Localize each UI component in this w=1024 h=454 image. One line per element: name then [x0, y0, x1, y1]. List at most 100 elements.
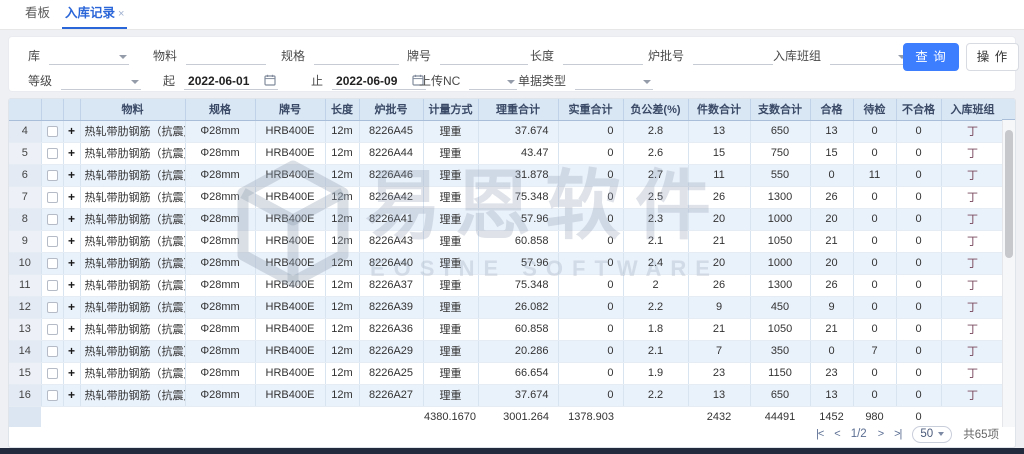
row-checkbox[interactable] [47, 390, 58, 401]
row-checkbox[interactable] [47, 236, 58, 247]
cell-method: 理重 [423, 142, 478, 164]
row-checkbox[interactable] [47, 170, 58, 181]
expand-row-icon[interactable]: + [63, 296, 80, 318]
row-checkbox[interactable] [47, 280, 58, 291]
table-row[interactable]: 8+热轧带肋钢筋（抗震）Φ28mmHRB400E12m8226A41理重57.9… [9, 208, 1004, 230]
doc-type-select[interactable] [575, 72, 653, 90]
expand-row-icon[interactable]: + [63, 362, 80, 384]
table-row[interactable]: 13+热轧带肋钢筋（抗震）Φ28mmHRB400E12m8226A36理重60.… [9, 318, 1004, 340]
row-checkbox-cell[interactable] [41, 274, 63, 296]
filter-date-from: 起 2022-06-01 [163, 70, 278, 90]
scrollbar-thumb[interactable] [1005, 130, 1013, 258]
tab-dashboard[interactable]: 看板 [22, 0, 53, 29]
table-header-cell[interactable]: 计量方式 [423, 99, 478, 120]
grade-select[interactable] [61, 72, 141, 90]
warehouse-select[interactable] [49, 47, 129, 65]
table-header-cell[interactable]: 牌号 [255, 99, 325, 120]
table-row[interactable]: 11+热轧带肋钢筋（抗震）Φ28mmHRB400E12m8226A37理重75.… [9, 274, 1004, 296]
first-page-icon[interactable]: |< [816, 428, 823, 440]
row-checkbox-cell[interactable] [41, 230, 63, 252]
row-checkbox-cell[interactable] [41, 164, 63, 186]
table-row[interactable]: 4+热轧带肋钢筋（抗震）Φ28mmHRB400E12m8226A45理重37.6… [9, 120, 1004, 142]
table-row[interactable]: 9+热轧带肋钢筋（抗震）Φ28mmHRB400E12m8226A43理重60.8… [9, 230, 1004, 252]
query-button[interactable]: 查 询 [903, 43, 959, 71]
expand-row-icon[interactable]: + [63, 142, 80, 164]
row-checkbox-cell[interactable] [41, 340, 63, 362]
date-from-value: 2022-06-01 [184, 74, 249, 88]
row-checkbox-cell[interactable] [41, 296, 63, 318]
row-checkbox[interactable] [47, 148, 58, 159]
expand-row-icon[interactable]: + [63, 384, 80, 406]
next-page-icon[interactable]: > [878, 428, 883, 440]
prev-page-icon[interactable]: < [834, 428, 839, 440]
brand-input[interactable] [440, 47, 528, 65]
page-size-select[interactable]: 50 [912, 426, 952, 443]
upload-nc-select[interactable] [469, 72, 517, 90]
cell-spec: Φ28mm [185, 362, 255, 384]
table-header-cell[interactable]: 炉批号 [359, 99, 423, 120]
row-checkbox-cell[interactable] [41, 208, 63, 230]
table-row[interactable]: 14+热轧带肋钢筋（抗震）Φ28mmHRB400E12m8226A29理重20.… [9, 340, 1004, 362]
table-row[interactable]: 5+热轧带肋钢筋（抗震）Φ28mmHRB400E12m8226A44理重43.4… [9, 142, 1004, 164]
inbound-team-select[interactable] [830, 47, 908, 65]
expand-row-icon[interactable]: + [63, 230, 80, 252]
row-checkbox-cell[interactable] [41, 384, 63, 406]
table-row[interactable]: 7+热轧带肋钢筋（抗震）Φ28mmHRB400E12m8226A42理重75.3… [9, 186, 1004, 208]
expand-row-icon[interactable]: + [63, 340, 80, 362]
expand-row-icon[interactable]: + [63, 208, 80, 230]
row-checkbox-cell[interactable] [41, 186, 63, 208]
vertical-scrollbar[interactable] [1002, 120, 1015, 427]
table-header-cell[interactable]: 支数合计 [750, 99, 810, 120]
row-checkbox-cell[interactable] [41, 318, 63, 340]
cell-pending: 0 [853, 296, 896, 318]
table-header-cell[interactable]: 理重合计 [478, 99, 558, 120]
date-to-input[interactable]: 2022-06-09 [332, 72, 426, 90]
table-row[interactable]: 15+热轧带肋钢筋（抗震）Φ28mmHRB400E12m8226A25理重66.… [9, 362, 1004, 384]
length-input[interactable] [563, 47, 643, 65]
row-checkbox-cell[interactable] [41, 120, 63, 142]
tab-inbound-records[interactable]: 入库记录× [62, 0, 127, 29]
cell-method: 理重 [423, 186, 478, 208]
row-checkbox[interactable] [47, 126, 58, 137]
row-checkbox-cell[interactable] [41, 142, 63, 164]
table-header-cell[interactable]: 入库班组 [941, 99, 1004, 120]
close-icon[interactable]: × [118, 8, 124, 20]
last-page-icon[interactable]: >| [894, 428, 901, 440]
row-checkbox[interactable] [47, 368, 58, 379]
table-header-cell[interactable]: 合格 [810, 99, 853, 120]
table-header-cell[interactable]: 不合格 [896, 99, 941, 120]
spec-input[interactable] [314, 47, 399, 65]
cell-tolerance: 2.3 [623, 208, 688, 230]
date-from-input[interactable]: 2022-06-01 [184, 72, 278, 90]
row-checkbox[interactable] [47, 302, 58, 313]
operate-button[interactable]: 操 作 [966, 43, 1019, 71]
table-header-cell[interactable]: 长度 [325, 99, 359, 120]
expand-row-icon[interactable]: + [63, 274, 80, 296]
cell-length: 12m [325, 120, 359, 142]
expand-row-icon[interactable]: + [63, 318, 80, 340]
material-input[interactable] [186, 47, 266, 65]
row-checkbox[interactable] [47, 258, 58, 269]
expand-row-icon[interactable]: + [63, 164, 80, 186]
table-row[interactable]: 16+热轧带肋钢筋（抗震）Φ28mmHRB400E12m8226A27理重37.… [9, 384, 1004, 406]
row-checkbox-cell[interactable] [41, 362, 63, 384]
expand-row-icon[interactable]: + [63, 120, 80, 142]
table-header-cell[interactable]: 待检 [853, 99, 896, 120]
table-header-cell[interactable]: 负公差(%) [623, 99, 688, 120]
table-header-cell[interactable]: 物料 [80, 99, 185, 120]
row-checkbox-cell[interactable] [41, 252, 63, 274]
table-row[interactable]: 12+热轧带肋钢筋（抗震）Φ28mmHRB400E12m8226A39理重26.… [9, 296, 1004, 318]
row-checkbox[interactable] [47, 324, 58, 335]
table-header-cell[interactable]: 规格 [185, 99, 255, 120]
table-row[interactable]: 6+热轧带肋钢筋（抗震）Φ28mmHRB400E12m8226A46理重31.8… [9, 164, 1004, 186]
table-header-cell[interactable]: 实重合计 [558, 99, 623, 120]
row-checkbox[interactable] [47, 346, 58, 357]
cell-theory: 43.47 [478, 142, 558, 164]
table-header-cell[interactable]: 件数合计 [688, 99, 750, 120]
furnace-batch-input[interactable] [693, 47, 773, 65]
expand-row-icon[interactable]: + [63, 252, 80, 274]
table-row[interactable]: 10+热轧带肋钢筋（抗震）Φ28mmHRB400E12m8226A40理重57.… [9, 252, 1004, 274]
expand-row-icon[interactable]: + [63, 186, 80, 208]
row-checkbox[interactable] [47, 214, 58, 225]
row-checkbox[interactable] [47, 192, 58, 203]
